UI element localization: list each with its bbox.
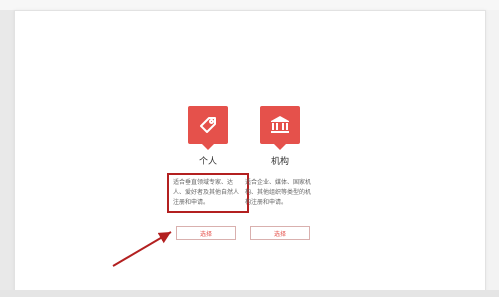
- annotation-arrow: [112, 231, 172, 267]
